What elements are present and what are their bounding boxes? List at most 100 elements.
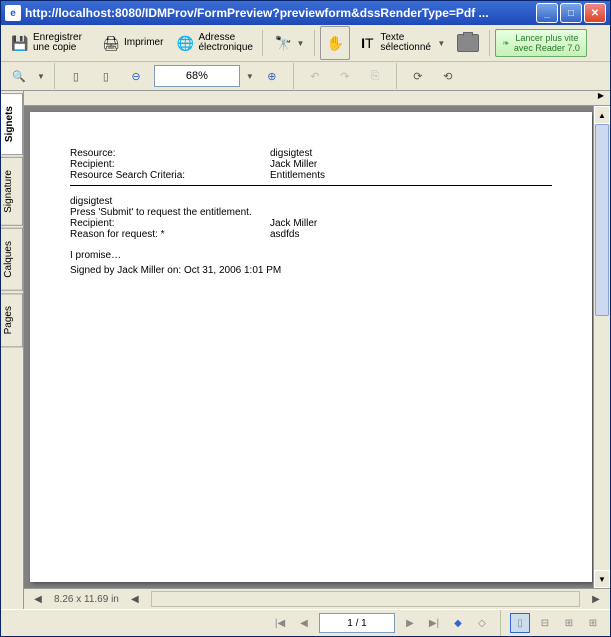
pdf-viewport: ▶ Resource:digsigtest Recipient:Jack Mil… bbox=[24, 91, 610, 609]
copy-icon: ⎘ bbox=[370, 70, 379, 83]
next-page-button[interactable]: ▶ bbox=[401, 614, 419, 632]
magnifier-plus-icon: 🔍 bbox=[12, 70, 26, 83]
chevron-down-icon: ▼ bbox=[437, 39, 445, 48]
window-titlebar: e http://localhost:8080/IDMProv/FormPrev… bbox=[1, 1, 610, 25]
tab-signets[interactable]: Signets bbox=[1, 93, 23, 155]
resource-value: digsigtest bbox=[270, 148, 312, 159]
back-button[interactable]: ◆ bbox=[449, 614, 467, 632]
tab-calques[interactable]: Calques bbox=[1, 228, 23, 291]
page-icon: ▯ bbox=[73, 70, 79, 83]
chevron-down-icon[interactable]: ▼ bbox=[246, 72, 254, 81]
snapshot-button[interactable] bbox=[452, 26, 484, 60]
promo-line2: avec Reader 7.0 bbox=[514, 43, 580, 53]
separator bbox=[54, 63, 55, 89]
tab-signature[interactable]: Signature bbox=[1, 157, 23, 226]
floppy-icon: 💾 bbox=[10, 33, 30, 53]
back-icon: ◆ bbox=[454, 618, 462, 629]
forward-button[interactable]: ◇ bbox=[473, 614, 491, 632]
zoom-plus-button[interactable]: ⊕ bbox=[260, 64, 284, 88]
binoculars-button[interactable]: 🔭 ▼ bbox=[268, 26, 309, 60]
reason-key: Reason for request: * bbox=[70, 229, 270, 240]
signed-text: Signed by Jack Miller on: Oct 31, 2006 1… bbox=[70, 265, 552, 276]
save-copy-button[interactable]: 💾 Enregistrer une copie bbox=[5, 26, 94, 60]
rotate-ccw-button[interactable]: ⟲ bbox=[436, 64, 460, 88]
minimize-button[interactable]: _ bbox=[536, 3, 558, 23]
first-icon: |◀ bbox=[275, 618, 285, 629]
recipient2-key: Recipient: bbox=[70, 218, 270, 229]
print-button[interactable]: 🖨 Imprimer bbox=[96, 26, 168, 60]
scroll-right-icon[interactable]: ▶ bbox=[594, 91, 608, 105]
divider bbox=[70, 185, 552, 186]
cont-facing-button[interactable]: ⊞ bbox=[584, 614, 602, 632]
rotate-ccw-icon: ⟲ bbox=[443, 70, 452, 83]
leaf-icon: ❧ bbox=[502, 38, 510, 49]
facing-view-button[interactable]: ⊞ bbox=[560, 614, 578, 632]
single-page-button[interactable]: ▯ bbox=[64, 64, 88, 88]
browser-window: e http://localhost:8080/IDMProv/FormPrev… bbox=[0, 0, 611, 637]
undo-button[interactable]: ↶ bbox=[303, 64, 327, 88]
pdf-page: Resource:digsigtest Recipient:Jack Mille… bbox=[30, 112, 592, 582]
zoom-in-button[interactable]: 🔍 bbox=[7, 64, 31, 88]
single-page-view-button[interactable]: ▯ bbox=[510, 613, 530, 633]
prev-icon: ◀ bbox=[300, 618, 308, 629]
scroll-right-icon[interactable]: ▶ bbox=[588, 594, 604, 605]
chevron-down-icon[interactable]: ▼ bbox=[37, 72, 45, 81]
window-buttons: _ □ ✕ bbox=[536, 3, 606, 23]
separator bbox=[262, 30, 263, 56]
reader-promo[interactable]: ❧ Lancer plus vite avec Reader 7.0 bbox=[495, 29, 587, 57]
scroll-left2-icon[interactable]: ◀ bbox=[127, 594, 143, 605]
zoom-out-button[interactable]: ⊖ bbox=[124, 64, 148, 88]
continuous-view-button[interactable]: ⊟ bbox=[536, 614, 554, 632]
separator bbox=[500, 610, 501, 636]
last-page-button[interactable]: ▶| bbox=[425, 614, 443, 632]
text-select-label: Texte sélectionné bbox=[380, 33, 434, 53]
cont-facing-icon: ⊞ bbox=[589, 618, 597, 629]
continuous-icon: ⊟ bbox=[541, 618, 549, 629]
binoculars-icon: 🔭 bbox=[273, 33, 293, 53]
zoom-toolbar: 🔍 ▼ ▯ ▯ ⊖ ▼ ⊕ ↶ ↷ ⎘ ⟳ ⟲ bbox=[1, 62, 610, 91]
text-select-button[interactable]: IT Texte sélectionné ▼ bbox=[352, 26, 450, 60]
printer-icon: 🖨 bbox=[101, 33, 121, 53]
main-toolbar: 💾 Enregistrer une copie 🖨 Imprimer 🌐 Adr… bbox=[1, 25, 610, 62]
redo-icon: ↷ bbox=[340, 70, 349, 83]
vertical-scrollbar[interactable]: ▲ ▼ bbox=[593, 106, 610, 588]
redo-button[interactable]: ↷ bbox=[333, 64, 357, 88]
separator bbox=[293, 63, 294, 89]
zoom-input[interactable] bbox=[154, 65, 240, 87]
scroll-left-icon[interactable]: ◀ bbox=[30, 594, 46, 605]
page-number-input[interactable] bbox=[319, 613, 395, 633]
close-button[interactable]: ✕ bbox=[584, 3, 606, 23]
facing-icon: ⊞ bbox=[565, 618, 573, 629]
email-button[interactable]: 🌐 Adresse électronique bbox=[170, 26, 257, 60]
scroll-track[interactable] bbox=[594, 124, 610, 570]
rotate-cw-button[interactable]: ⟳ bbox=[406, 64, 430, 88]
scroll-up-icon[interactable]: ▲ bbox=[594, 106, 610, 124]
scroll-thumb[interactable] bbox=[595, 124, 609, 316]
prev-page-button[interactable]: ◀ bbox=[295, 614, 313, 632]
maximize-button[interactable]: □ bbox=[560, 3, 582, 23]
save-label: Enregistrer une copie bbox=[33, 33, 89, 53]
section-title: digsigtest bbox=[70, 196, 552, 207]
next-icon: ▶ bbox=[406, 618, 414, 629]
h-scroll-track[interactable] bbox=[151, 591, 580, 607]
tab-pages[interactable]: Pages bbox=[1, 293, 23, 347]
continuous-button[interactable]: ▯ bbox=[94, 64, 118, 88]
recipient2-value: Jack Miller bbox=[270, 218, 317, 229]
hand-icon: ✋ bbox=[325, 33, 345, 53]
recipient-key: Recipient: bbox=[70, 159, 270, 170]
first-page-button[interactable]: |◀ bbox=[271, 614, 289, 632]
separator bbox=[396, 63, 397, 89]
copy-button[interactable]: ⎘ bbox=[363, 64, 387, 88]
print-label: Imprimer bbox=[124, 38, 163, 48]
email-label: Adresse électronique bbox=[198, 33, 252, 53]
pages-icon: ▯ bbox=[103, 70, 109, 83]
rotate-cw-icon: ⟳ bbox=[413, 70, 422, 83]
camera-icon bbox=[457, 34, 479, 52]
hand-tool-button[interactable]: ✋ bbox=[320, 26, 350, 60]
criteria-value: Entitlements bbox=[270, 170, 325, 181]
last-icon: ▶| bbox=[429, 618, 439, 629]
single-page-icon: ▯ bbox=[517, 618, 523, 629]
ie-icon: e bbox=[5, 5, 21, 21]
scroll-down-icon[interactable]: ▼ bbox=[594, 570, 610, 588]
pdf-wrap[interactable]: Resource:digsigtest Recipient:Jack Mille… bbox=[24, 106, 610, 588]
